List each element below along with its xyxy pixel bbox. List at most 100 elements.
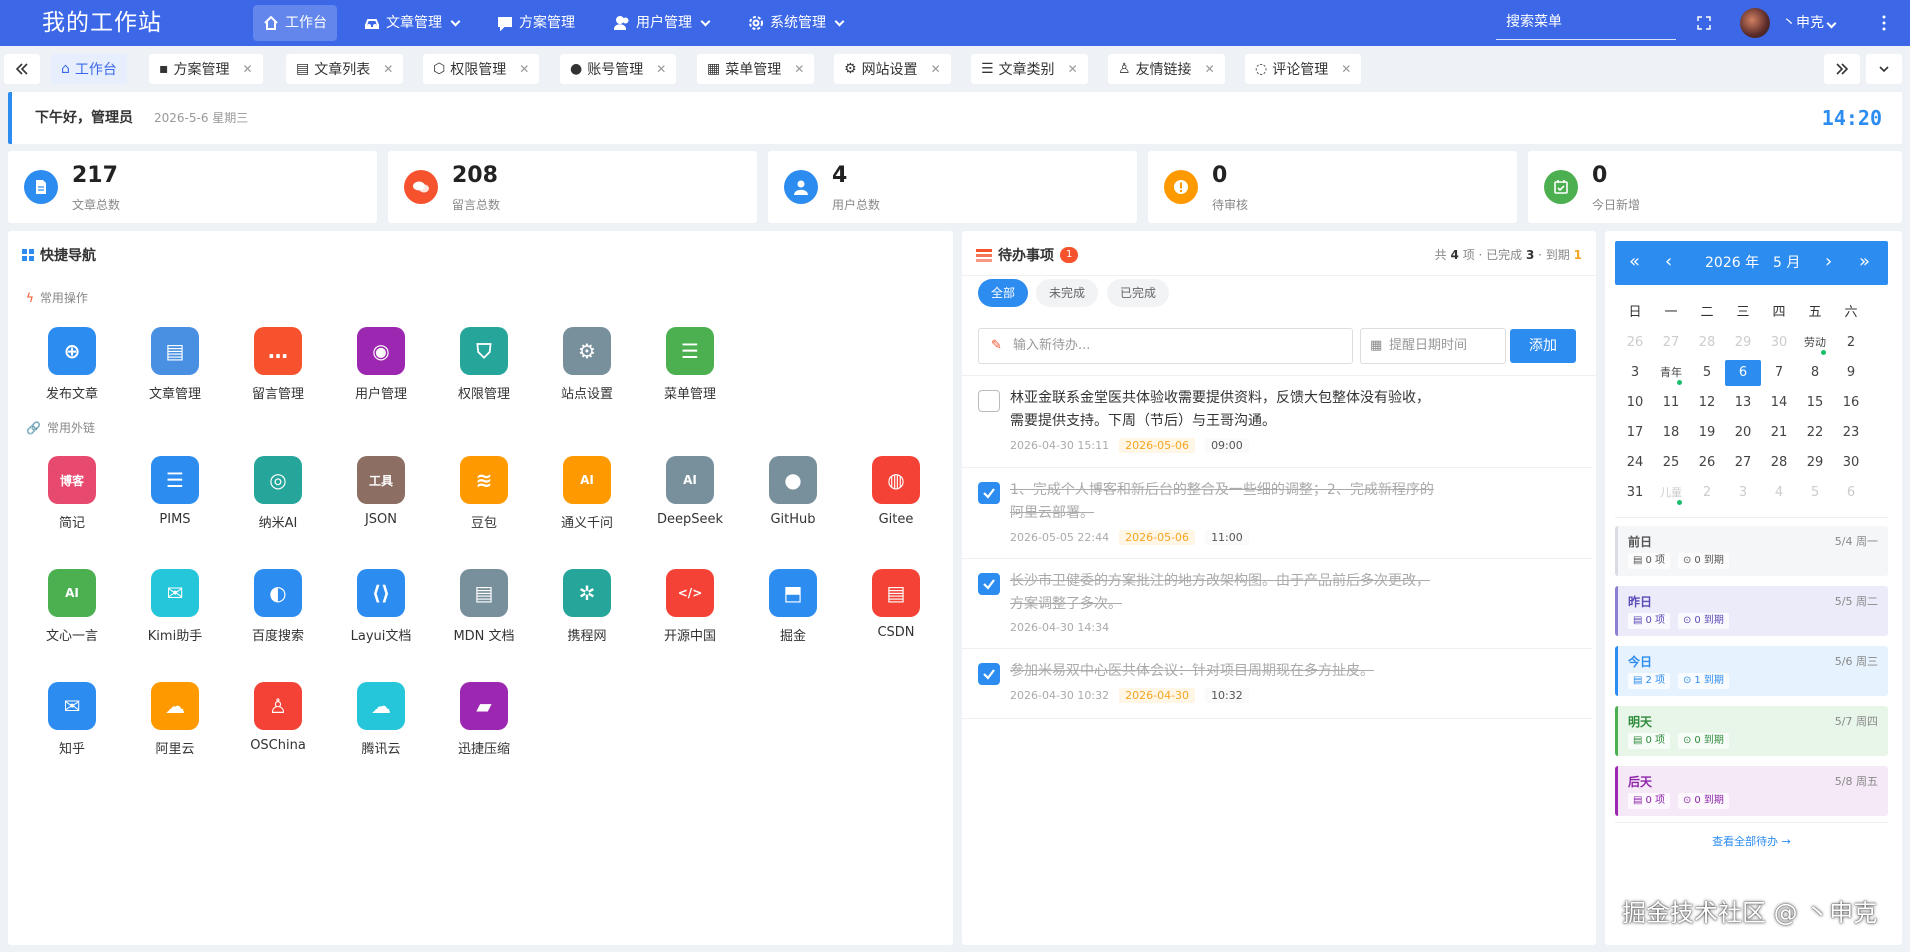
calendar-year[interactable]: 2026 年 — [1705, 241, 1759, 285]
nav-plans[interactable]: 方案管理 — [487, 5, 585, 41]
calendar-day[interactable]: 29 — [1725, 330, 1761, 356]
calendar-day[interactable]: 13 — [1725, 390, 1761, 416]
calendar-month[interactable]: 5 月 — [1773, 241, 1800, 285]
external-link-17[interactable]: ▤ CSDN — [846, 569, 946, 659]
next-year-icon[interactable]: » — [1859, 253, 1870, 271]
calendar-day[interactable]: 16 — [1833, 390, 1869, 416]
close-icon[interactable]: ✕ — [1068, 62, 1078, 76]
day-summary-card[interactable]: 前日 5/4 周一 ▤ 0 项 ⊙ 0 到期 — [1615, 526, 1888, 576]
nav-system[interactable]: 系统管理 — [738, 5, 853, 41]
calendar-day[interactable]: 24 — [1617, 450, 1653, 476]
calendar-day[interactable]: 3 — [1617, 360, 1653, 386]
quick-op-0[interactable]: ⊕ 发布文章 — [22, 327, 122, 417]
calendar-day[interactable]: 8 — [1797, 360, 1833, 386]
calendar-day[interactable]: 25 — [1653, 450, 1689, 476]
avatar[interactable] — [1740, 8, 1770, 38]
calendar-day[interactable]: 28 — [1761, 450, 1797, 476]
tab-site-settings[interactable]: ⚙ 网站设置 ✕ — [834, 54, 951, 84]
day-summary-card[interactable]: 后天 5/8 周五 ▤ 0 项 ⊙ 0 到期 — [1615, 766, 1888, 816]
calendar-day[interactable]: 30 — [1761, 330, 1797, 356]
nav-workbench[interactable]: 工作台 — [253, 5, 337, 41]
tab-workbench[interactable]: ⌂ 工作台 — [51, 54, 127, 84]
quick-op-2[interactable]: … 留言管理 — [228, 327, 328, 417]
close-icon[interactable]: ✕ — [1205, 62, 1215, 76]
external-link-21[interactable]: ☁ 腾讯云 — [331, 682, 431, 772]
tab-plans[interactable]: ▪ 方案管理 ✕ — [149, 54, 263, 84]
external-link-6[interactable]: AI DeepSeek — [640, 456, 740, 546]
tab-comments[interactable]: ◌ 评论管理 ✕ — [1245, 54, 1362, 84]
fullscreen-icon[interactable] — [1696, 15, 1712, 31]
quick-op-1[interactable]: ▤ 文章管理 — [125, 327, 225, 417]
calendar-day[interactable]: 劳动 — [1797, 330, 1833, 356]
external-link-3[interactable]: 工具 JSON — [331, 456, 431, 546]
calendar-day[interactable]: 2 — [1833, 330, 1869, 356]
todo-checkbox[interactable] — [978, 663, 1000, 685]
external-link-20[interactable]: ♙ OSChina — [228, 682, 328, 772]
external-link-10[interactable]: ✉ Kimi助手 — [125, 569, 225, 659]
tab-friend-links[interactable]: ♙ 友情链接 ✕ — [1108, 54, 1225, 84]
external-link-16[interactable]: ⬒ 掘金 — [743, 569, 843, 659]
calendar-day[interactable]: 29 — [1797, 450, 1833, 476]
calendar-day[interactable]: 17 — [1617, 420, 1653, 446]
close-icon[interactable]: ✕ — [383, 62, 393, 76]
tabs-scroll-left-button[interactable] — [4, 54, 40, 84]
quick-op-5[interactable]: ⚙ 站点设置 — [537, 327, 637, 417]
calendar-day[interactable]: 31 — [1617, 480, 1653, 506]
calendar-day[interactable]: 28 — [1689, 330, 1725, 356]
calendar-day[interactable]: 30 — [1833, 450, 1869, 476]
calendar-day[interactable]: 10 — [1617, 390, 1653, 416]
close-icon[interactable]: ✕ — [1341, 62, 1351, 76]
calendar-day[interactable]: 12 — [1689, 390, 1725, 416]
tab-accounts[interactable]: ● 账号管理 ✕ — [560, 54, 677, 84]
close-icon[interactable]: ✕ — [243, 62, 253, 76]
external-link-1[interactable]: ☰ PIMS — [125, 456, 225, 546]
new-todo-input[interactable]: ✎ 输入新待办... — [978, 328, 1353, 364]
prev-year-icon[interactable]: « — [1629, 253, 1640, 271]
calendar-day[interactable]: 青年 — [1653, 360, 1689, 386]
day-summary-card[interactable]: 明天 5/7 周四 ▤ 0 项 ⊙ 0 到期 — [1615, 706, 1888, 756]
calendar-day[interactable]: 儿童 — [1653, 480, 1689, 506]
calendar-day[interactable]: 7 — [1761, 360, 1797, 386]
menu-search-input[interactable]: 搜索菜单 — [1496, 8, 1676, 40]
nav-articles[interactable]: 文章管理 — [354, 5, 469, 41]
tabs-menu-button[interactable] — [1866, 54, 1902, 84]
filter-pending[interactable]: 未完成 — [1036, 279, 1099, 307]
tab-article-list[interactable]: ▤ 文章列表 ✕ — [286, 54, 404, 84]
day-summary-card[interactable]: 昨日 5/5 周二 ▤ 0 项 ⊙ 0 到期 — [1615, 586, 1888, 636]
day-summary-card[interactable]: 今日 5/6 周三 ▤ 2 项 ⊙ 1 到期 — [1615, 646, 1888, 696]
close-icon[interactable]: ✕ — [656, 62, 666, 76]
calendar-day[interactable]: 14 — [1761, 390, 1797, 416]
calendar-day[interactable]: 18 — [1653, 420, 1689, 446]
calendar-day[interactable]: 26 — [1689, 450, 1725, 476]
nav-users[interactable]: 用户管理 — [604, 5, 719, 41]
quick-op-4[interactable]: ⛉ 权限管理 — [434, 327, 534, 417]
external-link-11[interactable]: ◐ 百度搜索 — [228, 569, 328, 659]
next-month-icon[interactable]: › — [1825, 253, 1832, 271]
add-todo-button[interactable]: 添加 — [1510, 329, 1576, 363]
external-link-13[interactable]: ▤ MDN 文档 — [434, 569, 534, 659]
calendar-day[interactable]: 21 — [1761, 420, 1797, 446]
close-icon[interactable]: ✕ — [794, 62, 804, 76]
calendar-day[interactable]: 20 — [1725, 420, 1761, 446]
calendar-day[interactable]: 2 — [1689, 480, 1725, 506]
calendar-day[interactable]: 3 — [1725, 480, 1761, 506]
calendar-day[interactable]: 4 — [1761, 480, 1797, 506]
calendar-day[interactable]: 27 — [1725, 450, 1761, 476]
calendar-day[interactable]: 9 — [1833, 360, 1869, 386]
tabs-scroll-right-button[interactable] — [1824, 54, 1860, 84]
todo-checkbox[interactable] — [978, 482, 1000, 504]
more-vertical-icon[interactable] — [1882, 14, 1886, 32]
calendar-day[interactable]: 5 — [1797, 480, 1833, 506]
close-icon[interactable]: ✕ — [519, 62, 529, 76]
filter-done[interactable]: 已完成 — [1107, 279, 1170, 307]
external-link-4[interactable]: ≋ 豆包 — [434, 456, 534, 546]
calendar-day[interactable]: 5 — [1689, 360, 1725, 386]
external-link-18[interactable]: ✉ 知乎 — [22, 682, 122, 772]
external-link-8[interactable]: ◍ Gitee — [846, 456, 946, 546]
calendar-day[interactable]: 26 — [1617, 330, 1653, 356]
calendar-day[interactable]: 27 — [1653, 330, 1689, 356]
calendar-day[interactable]: 23 — [1833, 420, 1869, 446]
filter-all[interactable]: 全部 — [978, 279, 1029, 307]
calendar-day[interactable]: 15 — [1797, 390, 1833, 416]
tab-article-categories[interactable]: ☰ 文章类别 ✕ — [971, 54, 1088, 84]
